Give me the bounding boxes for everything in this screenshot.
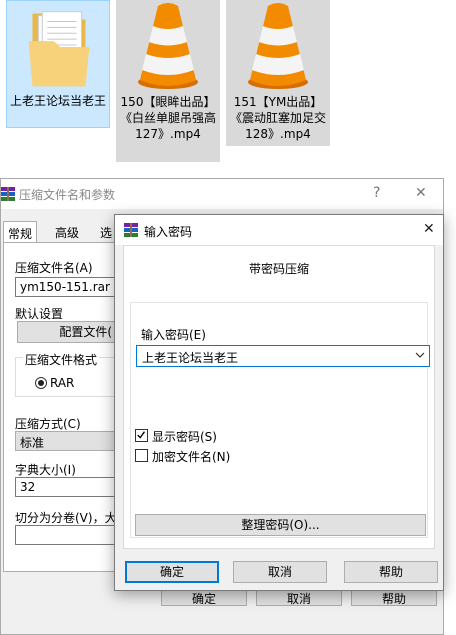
screen: 上老王论坛当老王 150【眼眸出品】《白丝单腿吊强高127》.mp4 151【Y…: [0, 0, 456, 635]
title-bar[interactable]: 输入密码 ✕: [115, 215, 443, 245]
file-video-151[interactable]: 151【YM出品】《震动肛塞加足交128》.mp4: [226, 0, 330, 146]
password-heading: 带密码压缩: [248, 262, 309, 276]
show-password-label: 显示密码(S): [152, 430, 217, 444]
encrypt-names-checkbox[interactable]: [135, 449, 148, 462]
rar-radio[interactable]: [35, 377, 47, 389]
chevron-down-icon[interactable]: [415, 350, 425, 360]
dialog-title: 输入密码: [144, 225, 193, 239]
file-name: 上老王论坛当老王: [9, 94, 106, 108]
tab-options[interactable]: 选: [96, 221, 116, 243]
dict-size-select[interactable]: 32: [15, 477, 115, 497]
vlc-cone-icon: [138, 3, 198, 89]
format-group-label: 压缩文件格式: [23, 351, 100, 368]
profiles-button[interactable]: 配置文件(: [17, 321, 115, 343]
password-label: 输入密码(E): [141, 328, 206, 342]
dialog-title: 压缩文件名和参数: [19, 188, 116, 202]
ok-button[interactable]: 确定: [125, 561, 219, 583]
method-select[interactable]: 标准: [15, 431, 115, 451]
title-bar[interactable]: 压缩文件名和参数 ? ✕: [1, 179, 443, 209]
close-icon[interactable]: ✕: [423, 221, 435, 237]
checkmark-icon: [137, 431, 146, 439]
split-volume-input[interactable]: [15, 525, 115, 545]
tab-general[interactable]: 常规: [3, 221, 38, 243]
help-icon[interactable]: ?: [373, 185, 380, 201]
file-folder[interactable]: 上老王论坛当老王: [6, 0, 110, 128]
default-settings-label: 默认设置: [15, 307, 64, 321]
organize-passwords-button[interactable]: 整理密码(O)...: [135, 514, 426, 536]
file-name: 150【眼眸出品】《白丝单腿吊强高127》.mp4: [119, 95, 216, 141]
file-video-150[interactable]: 150【眼眸出品】《白丝单腿吊强高127》.mp4: [116, 0, 220, 162]
archive-name-input[interactable]: ym150-151.rar: [15, 277, 115, 297]
dict-size-label: 字典大小(I): [15, 463, 76, 477]
vlc-cone-icon: [248, 3, 308, 89]
winrar-icon: [124, 223, 138, 237]
password-dialog: 输入密码 ✕ 带密码压缩 输入密码(E) 上老王论坛当老王 显示密码(S) 加密…: [114, 214, 444, 591]
split-volume-label: 切分为分卷(V)，大: [15, 511, 117, 525]
folder-icon: [28, 11, 90, 87]
password-value: 上老王论坛当老王: [142, 351, 239, 365]
archive-name-label: 压缩文件名(A): [15, 261, 93, 275]
tab-advanced[interactable]: 高级: [51, 221, 83, 243]
password-input[interactable]: 上老王论坛当老王: [136, 345, 430, 367]
winrar-icon: [1, 187, 15, 201]
close-icon[interactable]: ✕: [415, 185, 427, 201]
method-label: 压缩方式(C): [15, 417, 81, 431]
rar-radio-label: RAR: [50, 376, 75, 390]
file-name: 151【YM出品】《震动肛塞加足交128》.mp4: [229, 95, 326, 141]
cancel-button[interactable]: 取消: [233, 561, 327, 583]
help-button[interactable]: 帮助: [344, 561, 438, 583]
encrypt-names-label: 加密文件名(N): [152, 450, 231, 464]
show-password-checkbox[interactable]: [135, 429, 148, 442]
password-panel: 带密码压缩 输入密码(E) 上老王论坛当老王 显示密码(S) 加密文件名(N) …: [123, 245, 435, 549]
